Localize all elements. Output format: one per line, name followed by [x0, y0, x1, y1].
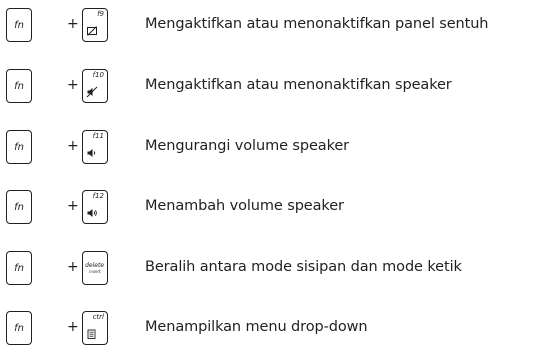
delete-key-label: delete	[85, 262, 104, 269]
fn-key: fn	[6, 69, 32, 103]
shortcut-row-insert-mode: fn + delete insert Beralih antara mode s…	[0, 251, 546, 291]
fn-key-label: fn	[14, 142, 24, 153]
shortcut-description: Mengurangi volume speaker	[145, 138, 350, 154]
shortcut-description: Mengaktifkan atau menonaktifkan speaker	[145, 77, 452, 93]
fn-key-label: fn	[14, 263, 24, 274]
f12-key-label: f12	[92, 192, 104, 200]
fn-key-label: fn	[14, 20, 24, 31]
fn-key-label: fn	[14, 81, 24, 92]
touchpad-off-icon	[87, 26, 97, 36]
plus-sign: +	[67, 198, 79, 214]
shortcut-row-menu: fn + ctrl Menampilkan menu drop-down	[0, 311, 546, 351]
f12-key: f12	[82, 190, 108, 224]
shortcut-description: Menampilkan menu drop-down	[145, 319, 368, 335]
plus-sign: +	[67, 319, 79, 335]
insert-key-label: insert	[89, 269, 101, 274]
speaker-mute-icon	[86, 86, 98, 98]
volume-up-icon	[87, 209, 97, 217]
volume-down-icon	[87, 149, 96, 157]
menu-icon	[87, 329, 96, 339]
shortcut-row-volume-down: fn + f11 Mengurangi volume speaker	[0, 130, 546, 170]
plus-sign: +	[67, 259, 79, 275]
f10-key: f10	[82, 69, 108, 103]
plus-sign: +	[67, 138, 79, 154]
ctrl-key: ctrl	[82, 311, 108, 345]
plus-sign: +	[67, 16, 79, 32]
fn-key: fn	[6, 130, 32, 164]
ctrl-key-label: ctrl	[92, 313, 104, 321]
plus-sign: +	[67, 77, 79, 93]
fn-key-label: fn	[14, 202, 24, 213]
shortcut-row-speaker: fn + f10 Mengaktifkan atau menonaktifkan…	[0, 69, 546, 109]
fn-key: fn	[6, 311, 32, 345]
fn-key: fn	[6, 8, 32, 42]
shortcut-row-touchpad: fn + f9 Mengaktifkan atau menonaktifkan …	[0, 8, 546, 48]
f11-key-label: f11	[92, 132, 104, 140]
fn-key: fn	[6, 251, 32, 285]
fn-key: fn	[6, 190, 32, 224]
shortcut-description: Beralih antara mode sisipan dan mode ket…	[145, 259, 462, 275]
f9-key-label: f9	[97, 10, 104, 18]
f9-key: f9	[82, 8, 108, 42]
delete-key: delete insert	[82, 251, 108, 285]
fn-key-label: fn	[14, 323, 24, 334]
shortcut-row-volume-up: fn + f12 Menambah volume speaker	[0, 190, 546, 230]
f10-key-label: f10	[92, 71, 104, 79]
shortcut-description: Menambah volume speaker	[145, 198, 344, 214]
f11-key: f11	[82, 130, 108, 164]
shortcut-description: Mengaktifkan atau menonaktifkan panel se…	[145, 16, 489, 32]
